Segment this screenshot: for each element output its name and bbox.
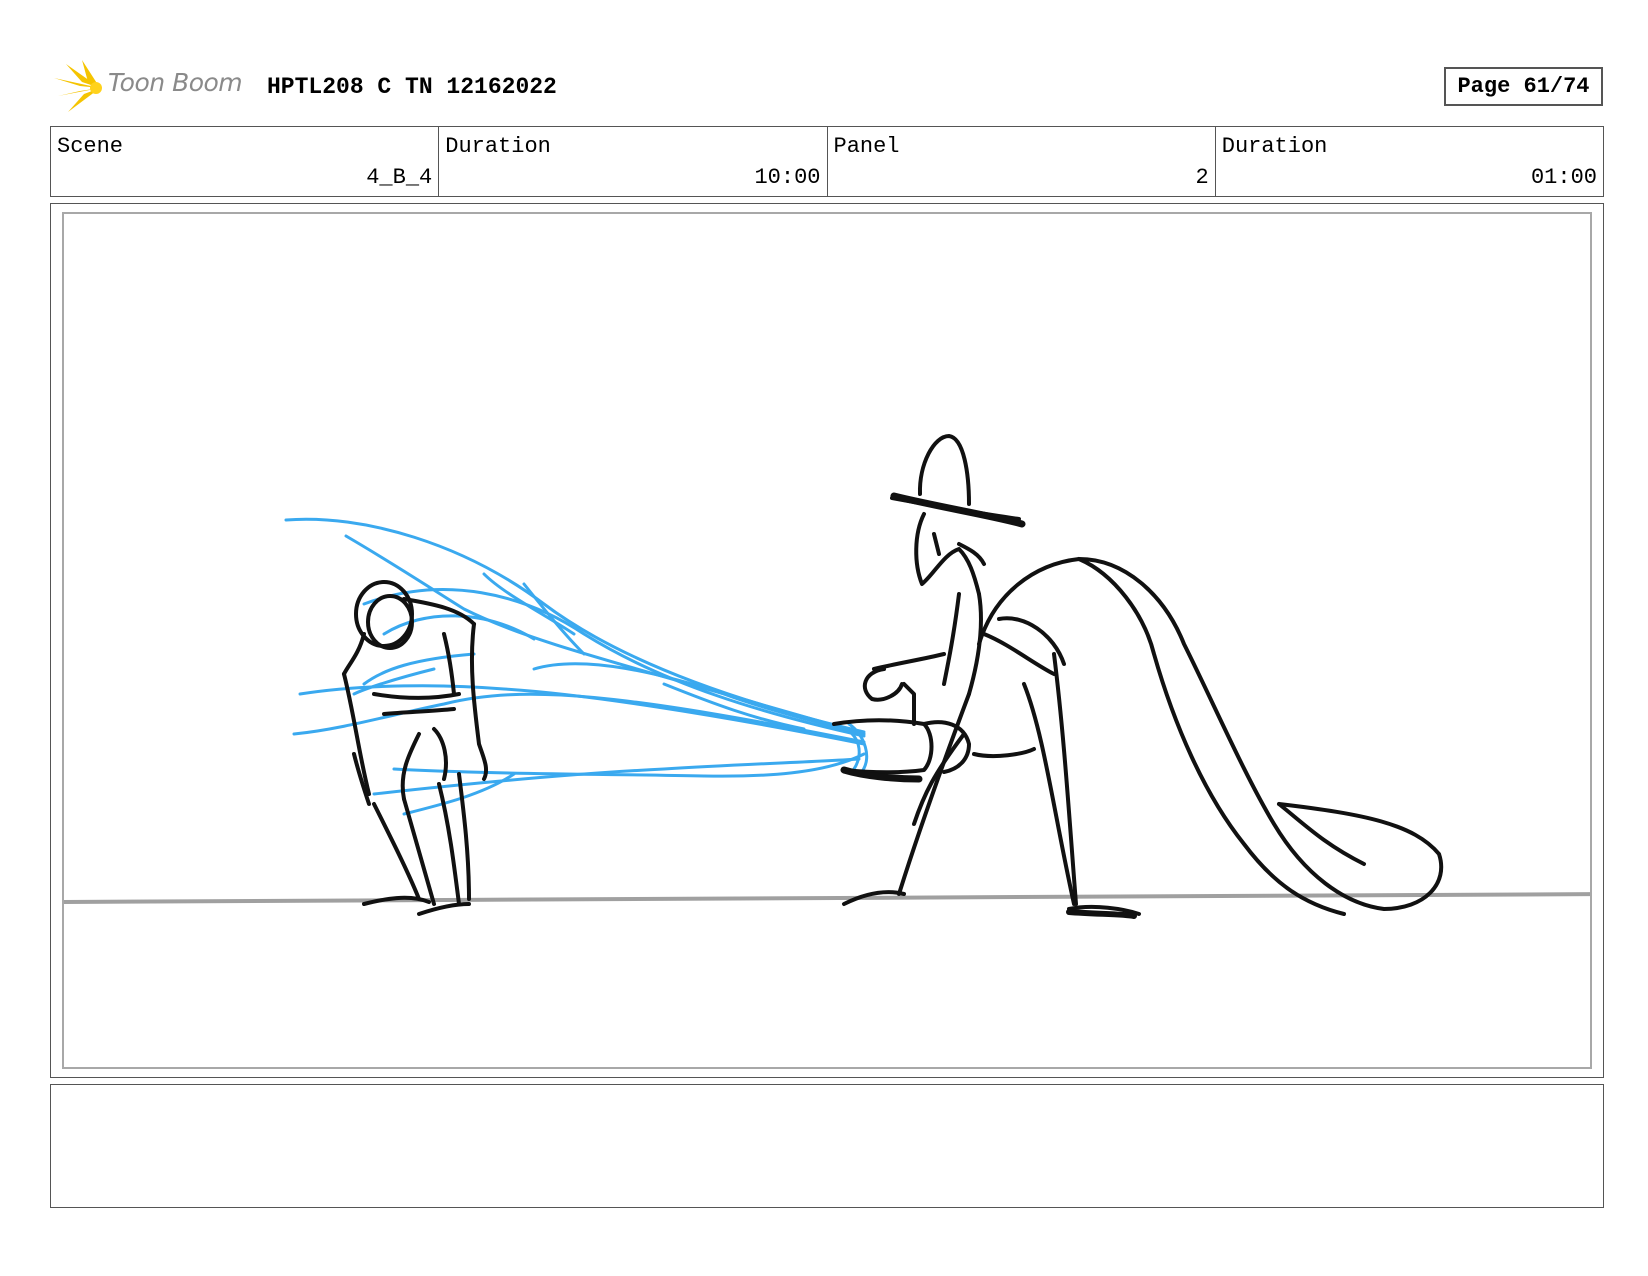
storyboard-panel (50, 203, 1604, 1078)
document-title: HPTL208 C TN 12162022 (267, 74, 557, 100)
panel-notes-box (50, 1084, 1604, 1208)
scene-duration-cell: Duration 10:00 (439, 127, 828, 196)
ground-line (64, 892, 1590, 904)
logo-text: Toon Boom (108, 68, 243, 97)
panel-value: 2 (1195, 165, 1209, 190)
right-figure (832, 434, 1444, 919)
panel-label: Panel (833, 134, 900, 159)
panel-duration-value: 01:00 (1530, 165, 1597, 190)
page-number: Page 61/74 (1444, 67, 1603, 106)
starburst-icon (54, 60, 102, 112)
left-figure (342, 580, 489, 916)
scene-duration-value: 10:00 (754, 165, 821, 190)
water-blast (284, 517, 869, 816)
toon-boom-logo: Toon Boom (52, 58, 252, 112)
panel-cell: Panel 2 (828, 127, 1216, 196)
scene-value: 4_B_4 (366, 165, 433, 190)
scene-info-row: Scene 4_B_4 Duration 10:00 Panel 2 Durat… (50, 126, 1604, 197)
scene-duration-label: Duration (445, 134, 551, 159)
sketch-drawing (64, 434, 1590, 919)
scene-cell: Scene 4_B_4 (51, 127, 440, 196)
panel-duration-cell: Duration 01:00 (1216, 127, 1603, 196)
scene-label: Scene (57, 134, 124, 159)
panel-drawing-area (62, 212, 1592, 1069)
panel-duration-label: Duration (1221, 134, 1328, 159)
